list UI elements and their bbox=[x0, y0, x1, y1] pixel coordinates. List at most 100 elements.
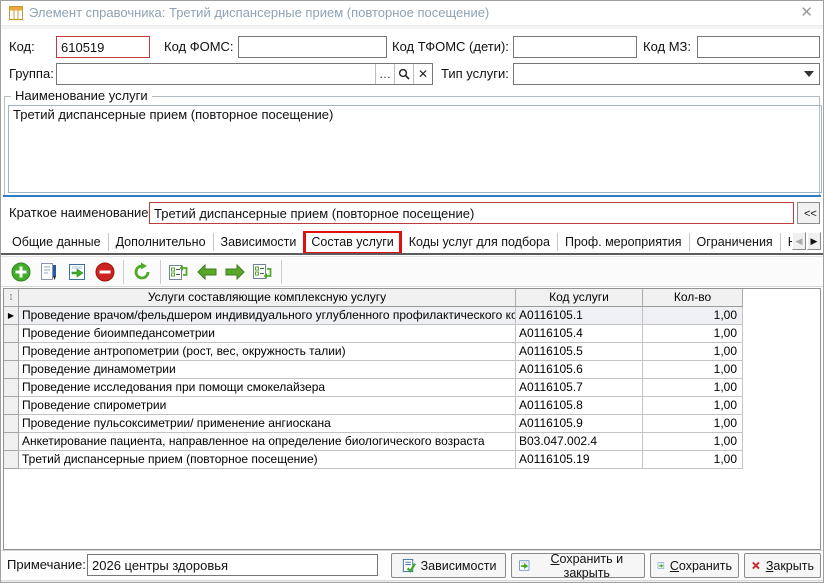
grid-header-row: ⁞ Услуги составляющие комплексную услугу… bbox=[4, 289, 820, 307]
note-label: Примечание: bbox=[7, 554, 86, 576]
cell-name[interactable]: Третий диспансерные прием (повторное пос… bbox=[19, 451, 516, 469]
table-row[interactable]: Анкетирование пациента, направленное на … bbox=[4, 433, 820, 451]
tab-scroll-left-icon[interactable]: ◀ bbox=[792, 232, 806, 250]
kod-label: Код: bbox=[9, 36, 35, 58]
move-last-button[interactable] bbox=[249, 259, 277, 285]
cell-name[interactable]: Проведение антропометрии (рост, вес, окр… bbox=[19, 343, 516, 361]
edit-icon bbox=[39, 262, 59, 282]
tip-uslugi-combobox[interactable] bbox=[513, 63, 820, 85]
save-icon bbox=[657, 558, 665, 573]
col-header-name[interactable]: Услуги составляющие комплексную услугу bbox=[19, 289, 516, 307]
cell-code[interactable]: A0116105.8 bbox=[516, 397, 643, 415]
dependencies-button[interactable]: Зависимости bbox=[391, 553, 506, 578]
col-header-qty[interactable]: Кол-во bbox=[643, 289, 743, 307]
cell-name[interactable]: Проведение спирометрии bbox=[19, 397, 516, 415]
title-bar: Элемент справочника: Третий диспансерные… bbox=[1, 1, 823, 26]
move-left-button[interactable] bbox=[193, 259, 221, 285]
short-name-input[interactable] bbox=[149, 202, 794, 224]
save-and-close-button[interactable]: Сохранить и закрыть bbox=[511, 553, 645, 578]
refresh-button[interactable] bbox=[128, 259, 156, 285]
delete-row-button[interactable] bbox=[91, 259, 119, 285]
close-button[interactable]: Закрыть bbox=[744, 553, 821, 578]
red-x-icon bbox=[751, 558, 761, 573]
chevron-down-icon bbox=[804, 71, 814, 77]
list-arrow-up-icon bbox=[168, 262, 190, 282]
kod-input[interactable] bbox=[56, 36, 150, 58]
save-row-button[interactable] bbox=[63, 259, 91, 285]
cell-code[interactable]: A0116105.7 bbox=[516, 379, 643, 397]
add-row-button[interactable] bbox=[7, 259, 35, 285]
minus-icon bbox=[95, 262, 115, 282]
table-row[interactable]: Проведение антропометрии (рост, вес, окр… bbox=[4, 343, 820, 361]
gruppa-ellipsis-button[interactable]: … bbox=[375, 64, 394, 84]
tab-dopolnitelno[interactable]: Дополнительно bbox=[109, 233, 214, 251]
dependencies-button-label: Зависимости bbox=[421, 559, 497, 573]
tab-ogranicheniya[interactable]: Ограничения bbox=[690, 233, 781, 251]
cell-name[interactable]: Проведение исследования при помощи смоке… bbox=[19, 379, 516, 397]
kod-foms-label: Код ФОМС: bbox=[164, 36, 234, 58]
footer-bar: Примечание: Зависимости Сохранить и закр… bbox=[1, 551, 823, 580]
cell-qty[interactable]: 1,00 bbox=[643, 433, 743, 451]
toolbar-separator bbox=[281, 260, 282, 284]
table-row[interactable]: Проведение биоимпедансометрии A0116105.4… bbox=[4, 325, 820, 343]
note-input[interactable] bbox=[87, 554, 378, 576]
save-and-close-button-label: Сохранить и закрыть bbox=[536, 552, 638, 580]
tab-scroll-right-icon[interactable]: ▶ bbox=[807, 232, 821, 250]
cell-code[interactable]: A0116105.6 bbox=[516, 361, 643, 379]
kod-tfoms-input[interactable] bbox=[513, 36, 637, 58]
gruppa-clear-icon[interactable]: ✕ bbox=[413, 64, 432, 84]
table-row[interactable]: Проведение пульсоксиметрии/ применение а… bbox=[4, 415, 820, 433]
cell-qty[interactable]: 1,00 bbox=[643, 379, 743, 397]
table-row[interactable]: ▶ Проведение врачом/фельдшером индивидуа… bbox=[4, 307, 820, 325]
service-name-textarea[interactable]: Третий диспансерные прием (повторное пос… bbox=[8, 105, 822, 193]
cell-qty[interactable]: 1,00 bbox=[643, 415, 743, 433]
table-row[interactable]: Проведение динамометрии A0116105.6 1,00 bbox=[4, 361, 820, 379]
row-selector bbox=[4, 379, 19, 397]
cell-name[interactable]: Анкетирование пациента, направленное на … bbox=[19, 433, 516, 451]
gruppa-input[interactable] bbox=[57, 64, 375, 84]
refresh-icon bbox=[132, 262, 152, 282]
cell-name[interactable]: Проведение врачом/фельдшером индивидуаль… bbox=[19, 307, 516, 325]
tab-zavisimosti[interactable]: Зависимости bbox=[214, 233, 305, 251]
dictionary-element-dialog: Элемент справочника: Третий диспансерные… bbox=[0, 0, 824, 583]
cell-qty[interactable]: 1,00 bbox=[643, 325, 743, 343]
cell-code[interactable]: B03.047.002.4 bbox=[516, 433, 643, 451]
row-selector bbox=[4, 415, 19, 433]
save-button[interactable]: Сохранить bbox=[650, 553, 739, 578]
tab-kody-uslug[interactable]: Коды услуг для подбора bbox=[402, 233, 558, 251]
tab-obshchie-dannye[interactable]: Общие данные bbox=[5, 233, 109, 251]
move-first-button[interactable] bbox=[165, 259, 193, 285]
col-header-code[interactable]: Код услуги bbox=[516, 289, 643, 307]
tab-bottom-border bbox=[1, 253, 823, 255]
cell-qty[interactable]: 1,00 bbox=[643, 451, 743, 469]
cell-qty[interactable]: 1,00 bbox=[643, 343, 743, 361]
row-selector bbox=[4, 325, 19, 343]
cell-code[interactable]: A0116105.5 bbox=[516, 343, 643, 361]
cell-code[interactable]: A0116105.19 bbox=[516, 451, 643, 469]
cell-qty[interactable]: 1,00 bbox=[643, 397, 743, 415]
cell-code[interactable]: A0116105.1 bbox=[516, 307, 643, 325]
cell-name[interactable]: Проведение пульсоксиметрии/ применение а… bbox=[19, 415, 516, 433]
tip-uslugi-label: Тип услуги: bbox=[441, 63, 509, 85]
table-row[interactable]: Проведение спирометрии A0116105.8 1,00 bbox=[4, 397, 820, 415]
cell-name[interactable]: Проведение динамометрии bbox=[19, 361, 516, 379]
gruppa-search-icon[interactable] bbox=[394, 64, 413, 84]
title-separator bbox=[1, 26, 823, 29]
edit-row-button[interactable] bbox=[35, 259, 63, 285]
row-selector bbox=[4, 451, 19, 469]
copy-name-button[interactable]: << bbox=[797, 202, 820, 224]
cell-qty[interactable]: 1,00 bbox=[643, 361, 743, 379]
kod-mz-input[interactable] bbox=[697, 36, 820, 58]
kod-foms-input[interactable] bbox=[238, 36, 387, 58]
tab-sostav-uslugi[interactable]: Состав услуги bbox=[304, 233, 401, 251]
cell-name[interactable]: Проведение биоимпедансометрии bbox=[19, 325, 516, 343]
cell-code[interactable]: A0116105.4 bbox=[516, 325, 643, 343]
table-row[interactable]: Проведение исследования при помощи смоке… bbox=[4, 379, 820, 397]
move-right-button[interactable] bbox=[221, 259, 249, 285]
cell-code[interactable]: A0116105.9 bbox=[516, 415, 643, 433]
tab-prof-meropriyatiya[interactable]: Проф. мероприятия bbox=[558, 233, 690, 251]
table-row[interactable]: Третий диспансерные прием (повторное пос… bbox=[4, 451, 820, 469]
cell-qty[interactable]: 1,00 bbox=[643, 307, 743, 325]
close-window-icon[interactable]: ✕ bbox=[800, 4, 813, 22]
list-arrow-down-icon bbox=[252, 262, 274, 282]
